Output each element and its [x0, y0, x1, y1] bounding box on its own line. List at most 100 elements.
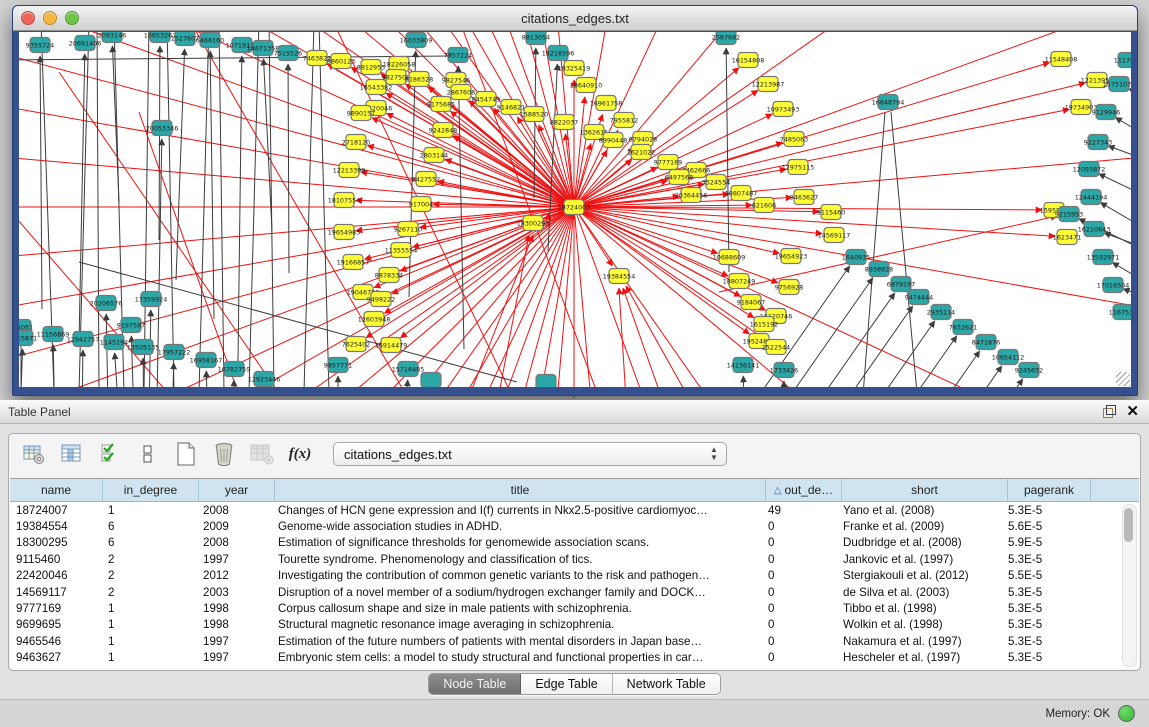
graph-node[interactable]: 7463822	[303, 51, 331, 66]
close-panel-icon[interactable]: ✕	[1126, 405, 1139, 418]
table-row[interactable]: 969969511998Structural magnetic resonanc…	[10, 617, 1139, 633]
table-mode-icon[interactable]	[21, 441, 47, 467]
graph-node[interactable]: 9857771	[324, 358, 352, 373]
graph-node[interactable]: 10688609	[713, 250, 746, 265]
graph-node[interactable]: 2522544	[762, 340, 790, 355]
graph-node[interactable]: 7857224	[444, 48, 472, 63]
table-row[interactable]: 1830029562008Estimation of significance …	[10, 535, 1139, 551]
column-header-year[interactable]: year	[199, 479, 275, 501]
graph-node[interactable]: 8938928	[865, 262, 893, 277]
graph-node[interactable]: 11355554	[385, 243, 418, 258]
graph-node[interactable]: 9197587	[117, 318, 145, 333]
function-builder-icon[interactable]: f(x)	[287, 441, 313, 467]
graph-node[interactable]: 11548408	[1045, 52, 1078, 67]
graph-node[interactable]: 9474444	[905, 290, 933, 305]
graph-node[interactable]: 8912955	[357, 60, 385, 75]
graph-node[interactable]: 9756928	[775, 280, 803, 295]
network-graph[interactable]: 8860123891295518226058982750881863289827…	[19, 32, 1131, 387]
graph-node[interactable]: 9184067	[737, 295, 765, 310]
graph-node[interactable]: 1640935	[842, 250, 870, 265]
graph-node[interactable]: 9777169	[654, 155, 682, 170]
graph-node[interactable]: 16154808	[732, 53, 765, 68]
graph-node[interactable]: 12942757	[67, 332, 100, 347]
table-vertical-scrollbar[interactable]	[1122, 504, 1137, 667]
row-checks-icon[interactable]	[97, 441, 123, 467]
show-columns-icon[interactable]	[59, 441, 85, 467]
graph-node[interactable]: 8471876	[972, 335, 1000, 350]
graph-node[interactable]: 8878334	[375, 268, 403, 283]
graph-node[interactable]: 17359924	[135, 292, 168, 307]
graph-node[interactable]: 9215953	[1055, 207, 1083, 222]
column-header-name[interactable]: name	[10, 479, 103, 501]
graph-node[interactable]: 7632621	[949, 320, 977, 335]
table-row[interactable]: 2242004622012Investigating the contribut…	[10, 568, 1139, 584]
delete-column-icon[interactable]	[211, 441, 237, 467]
graph-node[interactable]: 1145194	[100, 335, 128, 350]
column-header-pagerank[interactable]: pagerank	[1008, 479, 1091, 501]
scrollbar-thumb[interactable]	[1124, 508, 1133, 542]
graph-node[interactable]: 16961758	[590, 96, 623, 111]
graph-node[interactable]: 9245652	[1015, 363, 1043, 378]
graph-node[interactable]: 16782759	[218, 362, 251, 377]
graph-node[interactable]: 1733426	[770, 363, 798, 378]
graph-node[interactable]: 7485063	[780, 132, 808, 147]
graph-node[interactable]: 9890157	[347, 106, 375, 121]
merge-cells-icon[interactable]	[135, 441, 161, 467]
network-canvas[interactable]: 8860123891295518226058982750881863289827…	[19, 32, 1131, 387]
table-row[interactable]: 1938455462009Genome-wide association stu…	[10, 518, 1139, 534]
graph-node[interactable]: 20053346	[146, 121, 179, 136]
graph-node[interactable]: 9355724	[26, 38, 54, 53]
graph-node[interactable]: 19654985	[328, 225, 361, 240]
graph-node[interactable]: 12603948	[358, 312, 391, 327]
graph-node[interactable]: 2935114	[927, 305, 955, 320]
float-panel-icon[interactable]	[1103, 405, 1116, 418]
table-selector-combo[interactable]: citations_edges.txt ▲▼	[333, 442, 727, 466]
tab-network-table[interactable]: Network Table	[613, 674, 720, 694]
graph-node[interactable]: 8813054	[522, 32, 550, 45]
graph-node[interactable]: 9175685	[427, 97, 455, 112]
graph-node[interactable]: 6466160	[196, 33, 224, 48]
graph-node[interactable]: 2803144	[420, 148, 448, 163]
network-view-window[interactable]: citations_edges.txt 88601238912955182260…	[12, 5, 1138, 396]
graph-node[interactable]: 9242848	[429, 123, 457, 138]
graph-node[interactable]: 10807487	[725, 186, 758, 201]
graph-node[interactable]: 10654112	[992, 350, 1025, 365]
graph-node[interactable]: 17016504	[1097, 278, 1130, 293]
graph-node[interactable]: 7515526	[274, 46, 302, 61]
graph-node[interactable]: 15716485	[392, 362, 425, 377]
graph-node[interactable]: 3915871	[19, 331, 37, 346]
graph-node[interactable]: 12975115	[782, 160, 815, 175]
new-column-icon[interactable]	[173, 441, 199, 467]
graph-node[interactable]: 1117534	[1114, 53, 1131, 68]
graph-node[interactable]: 8186328	[405, 72, 433, 87]
graph-node[interactable]: 621606	[752, 198, 776, 213]
graph-node[interactable]: 18640910	[570, 78, 603, 93]
window-resize-grip[interactable]	[1116, 372, 1130, 386]
graph-node[interactable]: 1621022	[627, 145, 655, 160]
graph-node[interactable]	[536, 375, 556, 388]
graph-node[interactable]: 7625402	[342, 337, 370, 352]
graph-node[interactable]: 2718120	[342, 135, 370, 150]
graph-node[interactable]: 12923446	[248, 372, 281, 387]
tab-edge-table[interactable]: Edge Table	[521, 674, 612, 694]
memory-status-indicator[interactable]	[1118, 705, 1135, 722]
table-row[interactable]: 946362711997Embryonic stem cells: a mode…	[10, 650, 1139, 666]
table-row[interactable]: 977716911998Corpus callosum shape and si…	[10, 600, 1139, 616]
column-header-in_degree[interactable]: in_degree	[103, 479, 199, 501]
graph-node[interactable]: 9115460	[817, 205, 845, 220]
graph-node[interactable]: 6497568	[665, 170, 693, 185]
graph-node[interactable]: 16210643	[1078, 222, 1111, 237]
graph-node[interactable]: 20691406	[69, 36, 102, 51]
graph-node[interactable]: 11156869	[37, 327, 70, 342]
network-window-titlebar[interactable]: citations_edges.txt	[13, 6, 1137, 31]
graph-node[interactable]: 3524554	[702, 175, 730, 190]
graph-node[interactable]: 12213399	[333, 163, 366, 178]
graph-node[interactable]: 7955812	[610, 113, 638, 128]
column-header-title[interactable]: title	[275, 479, 766, 501]
graph-node[interactable]: 9227343	[1084, 135, 1112, 150]
graph-node[interactable]: 1167533	[1109, 305, 1131, 320]
graph-node[interactable]: 9498222	[367, 292, 395, 307]
graph-node[interactable]: 16033809	[400, 33, 433, 48]
graph-node[interactable]: 20364456	[675, 188, 708, 203]
graph-node[interactable]: 2587682	[712, 32, 740, 45]
